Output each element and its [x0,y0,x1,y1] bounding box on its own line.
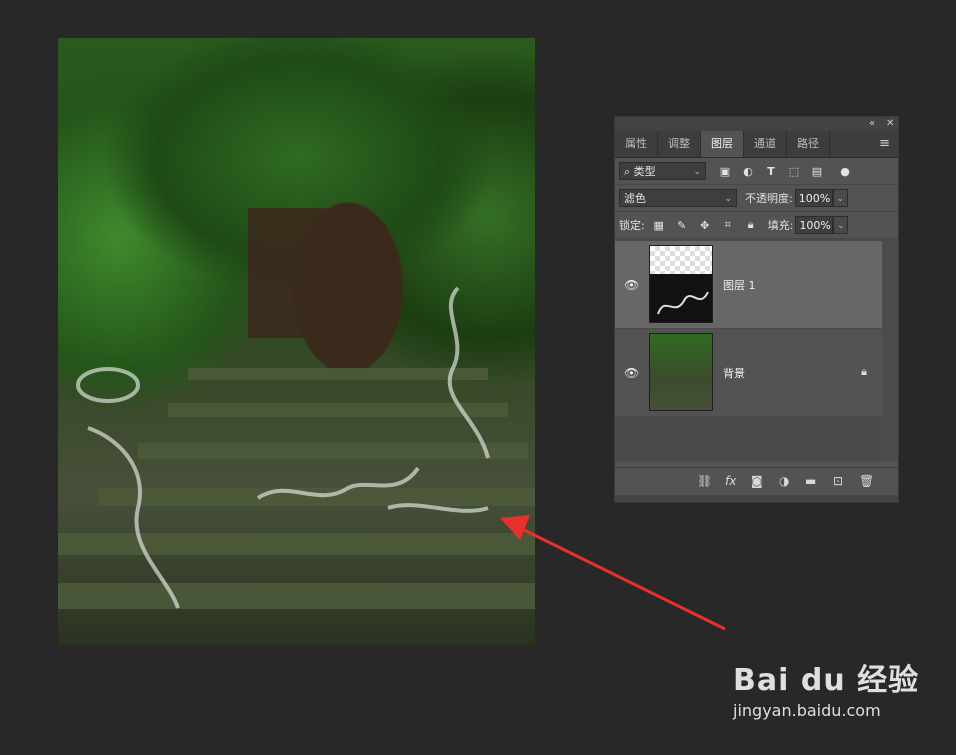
watermark-brand: Bai du 经验 [733,663,920,698]
watermark-url: jingyan.baidu.com [733,701,881,720]
baidu-watermark: Bai du 经验 jingyan.baidu.com [733,655,919,720]
annotation-arrow [500,515,726,631]
